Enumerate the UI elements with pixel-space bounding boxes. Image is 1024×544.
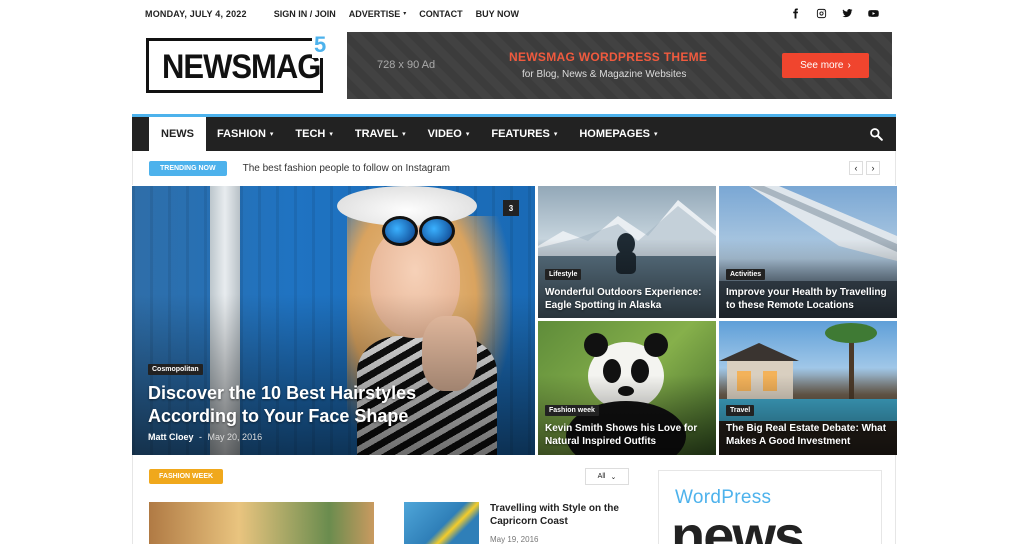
tile-category[interactable]: Travel [726, 405, 755, 416]
featured-post[interactable]: 3 Cosmopolitan Discover the 10 Best Hair… [132, 186, 535, 455]
article-thumbnail[interactable] [149, 502, 374, 544]
post-tile[interactable]: Lifestyle Wonderful Outdoors Experience:… [538, 186, 716, 318]
tile-title[interactable]: Kevin Smith Shows his Love for Natural I… [545, 422, 697, 448]
nav-item-tech[interactable]: TECH ▾ [284, 117, 343, 151]
featured-image-lens-right [419, 216, 455, 246]
buy-now-link[interactable]: BUY NOW [476, 9, 519, 19]
nav-item-video[interactable]: VIDEO ▾ [417, 117, 481, 151]
section-badge[interactable]: FASHION WEEK [149, 469, 224, 484]
nav-item-features[interactable]: FEATURES ▾ [480, 117, 568, 151]
ad-size-label: 728 x 90 Ad [377, 59, 436, 71]
trending-next-button[interactable]: › [866, 161, 880, 175]
chevron-down-icon: ▾ [465, 131, 470, 138]
buy-now-label: BUY NOW [475, 8, 519, 19]
advertise-menu[interactable]: ADVERTISE ▾ [349, 9, 407, 19]
widget-ad-wordmark: news [671, 504, 805, 544]
sidebar-widget-ad[interactable]: WordPress news [658, 470, 882, 544]
nav-item-label: FASHION [217, 128, 266, 140]
nav-item-label: HOMEPAGES [579, 128, 651, 140]
nav-item-label: TRAVEL [354, 128, 399, 140]
article-title[interactable]: Travelling with Style on the Capricorn C… [490, 502, 630, 528]
chevron-down-icon: ▾ [403, 11, 407, 17]
chevron-down-icon: ▾ [654, 131, 658, 138]
top-bar: MONDAY, JULY 4, 2022 SIGN IN / JOIN ADVE… [145, 0, 880, 27]
contact-label: CONTACT [419, 8, 463, 19]
tile-category[interactable]: Lifestyle [545, 269, 582, 280]
trending-prev-button[interactable]: ‹ [849, 161, 863, 175]
featured-title-line: Discover the 10 Best Hairstyles [148, 383, 417, 403]
tile-title[interactable]: The Big Real Estate Debate: What Makes A… [726, 422, 886, 448]
see-more-label: See more [800, 60, 844, 71]
search-button[interactable] [856, 117, 896, 151]
chevron-down-icon: ⌄ [610, 473, 617, 481]
post-tile[interactable]: Activities Improve your Health by Travel… [719, 186, 897, 318]
trending-badge: TRENDING NOW [149, 160, 227, 176]
featured-meta: Matt Cloey - May 20, 2016 [148, 432, 262, 442]
featured-date: May 20, 2016 [207, 432, 263, 442]
tile-title-line: Natural Inspired Outfits [545, 436, 657, 447]
article-date: May 19, 2016 [490, 535, 539, 544]
featured-title-line: According to Your Face Shape [148, 406, 409, 426]
main-nav: NEWS FASHION ▾ TECH ▾ TRAVEL ▾ VIDEO ▾ FEATU… [132, 114, 896, 151]
featured-author[interactable]: Matt Cloey [148, 432, 194, 442]
logo-version: 5 [312, 32, 329, 58]
nav-item-label: NEWS [161, 128, 194, 140]
nav-item-label: TECH [295, 128, 326, 140]
nav-item-fashion[interactable]: FASHION ▾ [206, 117, 284, 151]
tile-title-line: Makes A Good Investment [726, 436, 851, 447]
category-filter-select[interactable]: All ⌄ [585, 468, 629, 485]
nav-item-label: FEATURES [491, 128, 550, 140]
nav-item-travel[interactable]: TRAVEL ▾ [344, 117, 417, 151]
tile-title-line: Improve your Health by Travelling [726, 287, 887, 298]
trending-arrows: ‹ › [849, 161, 880, 175]
chevron-right-icon: › [847, 60, 851, 71]
chevron-down-icon: ▾ [553, 131, 558, 138]
article-thumbnail[interactable] [404, 502, 479, 544]
featured-category[interactable]: Cosmopolitan [148, 364, 203, 375]
nav-item-homepages[interactable]: HOMEPAGES ▾ [568, 117, 668, 151]
chevron-down-icon: ▾ [269, 131, 274, 138]
site-logo[interactable]: NEWSMAG 5 [146, 32, 329, 94]
logo-text: NEWSMAG [162, 47, 321, 86]
chevron-down-icon: ▾ [329, 131, 333, 138]
featured-image-lens-left [382, 216, 418, 246]
trending-bar: TRENDING NOW The best fashion people to … [132, 151, 896, 185]
tile-category[interactable]: Fashion week [545, 405, 599, 416]
contact-link[interactable]: CONTACT [419, 9, 462, 19]
tile-title[interactable]: Wonderful Outdoors Experience: Eagle Spo… [545, 286, 702, 312]
search-icon [870, 128, 883, 141]
tile-title-line: Kevin Smith Shows his Love for [545, 423, 698, 434]
advertise-label: ADVERTISE [348, 8, 401, 19]
trending-headline[interactable]: The best fashion people to follow on Ins… [243, 163, 450, 174]
nav-item-label: VIDEO [427, 128, 462, 140]
instagram-icon[interactable] [814, 7, 828, 21]
see-more-button[interactable]: See more › [782, 53, 869, 78]
current-date: MONDAY, JULY 4, 2022 [145, 8, 247, 19]
meta-separator: - [199, 432, 203, 442]
social-links [788, 7, 880, 21]
ad-title: NEWSMAG WORDPRESS THEME [509, 50, 708, 64]
ad-subtitle: for Blog, News & Magazine Websites [522, 69, 687, 80]
sign-in-label: SIGN IN / JOIN [273, 8, 336, 19]
comment-count-badge[interactable]: 3 [503, 200, 519, 216]
twitter-icon[interactable] [840, 7, 854, 21]
tile-title-line: The Big Real Estate Debate: What [726, 423, 887, 434]
filter-selected-value: All [597, 473, 606, 480]
featured-title[interactable]: Discover the 10 Best Hairstyles Accordin… [148, 382, 416, 428]
youtube-icon[interactable] [866, 7, 880, 21]
tile-category[interactable]: Activities [726, 269, 766, 280]
chevron-down-icon: ▾ [402, 131, 406, 138]
tile-title-line: Wonderful Outdoors Experience: [545, 287, 702, 298]
facebook-icon[interactable] [788, 7, 802, 21]
post-tile[interactable]: Fashion week Kevin Smith Shows his Love … [538, 321, 716, 455]
header-ad-banner[interactable]: 728 x 90 Ad NEWSMAG WORDPRESS THEME for … [347, 32, 892, 99]
fashion-week-section: FASHION WEEK All ⌄ Travelling with Style… [132, 455, 896, 544]
sign-in-link[interactable]: SIGN IN / JOIN [274, 9, 336, 19]
post-tile[interactable]: Travel The Big Real Estate Debate: What … [719, 321, 897, 455]
tile-title-line: Eagle Spotting in Alaska [545, 300, 662, 311]
tile-title-line: to these Remote Locations [726, 300, 854, 311]
nav-item-news[interactable]: NEWS [149, 117, 206, 151]
tile-title[interactable]: Improve your Health by Travelling to the… [726, 286, 887, 312]
